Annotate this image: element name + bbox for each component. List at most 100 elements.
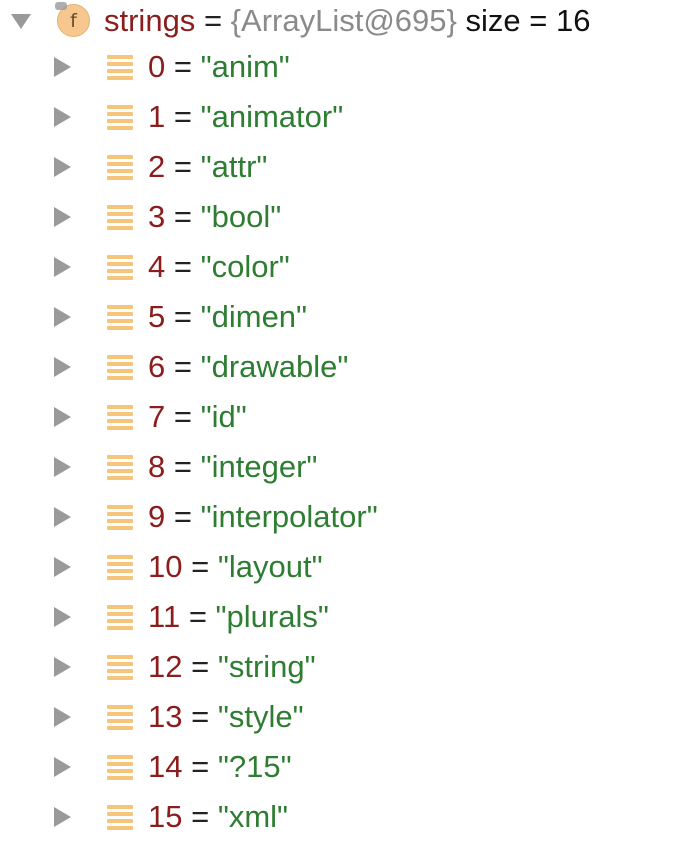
list-icon [107, 305, 133, 330]
tree-row-item[interactable]: 10 = "layout" [0, 542, 700, 592]
item-label: 1 = "animator" [148, 101, 343, 132]
item-label: 9 = "interpolator" [148, 501, 378, 532]
chevron-right-icon[interactable] [54, 707, 71, 727]
item-index: 7 [148, 399, 166, 434]
item-label: 13 = "style" [148, 701, 304, 732]
item-index: 3 [148, 199, 166, 234]
chevron-right-icon[interactable] [54, 157, 71, 177]
tree-row-item[interactable]: 2 = "attr" [0, 142, 700, 192]
item-index: 6 [148, 349, 166, 384]
item-label: 6 = "drawable" [148, 351, 348, 382]
item-index: 9 [148, 499, 166, 534]
list-icon [107, 605, 133, 630]
chevron-right-icon[interactable] [54, 357, 71, 377]
chevron-right-icon[interactable] [54, 807, 71, 827]
list-icon [107, 405, 133, 430]
tree-row-item[interactable]: 11 = "plurals" [0, 592, 700, 642]
list-icon [107, 505, 133, 530]
item-label: 2 = "attr" [148, 151, 267, 182]
chevron-right-icon[interactable] [54, 507, 71, 527]
item-value: "dimen" [200, 299, 308, 334]
item-label: 12 = "string" [148, 651, 316, 682]
tree-row-item[interactable]: 4 = "color" [0, 242, 700, 292]
item-index: 12 [148, 649, 183, 684]
equals-sign: = [173, 149, 192, 184]
chevron-right-icon[interactable] [54, 107, 71, 127]
chevron-right-icon[interactable] [54, 657, 71, 677]
item-value: "interpolator" [200, 499, 378, 534]
tree-row-item[interactable]: 7 = "id" [0, 392, 700, 442]
equals-sign: = [173, 299, 192, 334]
list-icon [107, 755, 133, 780]
list-icon [107, 255, 133, 280]
list-icon [107, 155, 133, 180]
list-icon [107, 705, 133, 730]
tree-row-item[interactable]: 13 = "style" [0, 692, 700, 742]
array-items: 0 = "anim" 1 = "animator" 2 = "attr" 3 = "b… [0, 42, 700, 842]
chevron-right-icon[interactable] [54, 457, 71, 477]
item-label: 3 = "bool" [148, 201, 281, 232]
item-index: 13 [148, 699, 183, 734]
root-variable-label: strings = {ArrayList@695} size = 16 [104, 5, 590, 36]
list-icon [107, 455, 133, 480]
tree-row-item[interactable]: 3 = "bool" [0, 192, 700, 242]
chevron-right-icon[interactable] [54, 207, 71, 227]
equals-sign: = [173, 49, 192, 84]
debugger-variables-tree: f strings = {ArrayList@695} size = 16 0 … [0, 0, 700, 842]
item-value: "style" [217, 699, 304, 734]
equals-sign: = [173, 199, 192, 234]
variable-type: {ArrayList@695} [230, 3, 457, 38]
item-value: "drawable" [200, 349, 349, 384]
list-icon [107, 55, 133, 80]
item-value: "color" [200, 249, 290, 284]
chevron-right-icon[interactable] [54, 307, 71, 327]
tree-row-item[interactable]: 1 = "animator" [0, 92, 700, 142]
equals-sign: = [173, 349, 192, 384]
chevron-right-icon[interactable] [54, 757, 71, 777]
lock-icon [55, 2, 67, 10]
item-value: "bool" [200, 199, 282, 234]
item-value: "id" [200, 399, 247, 434]
equals-sign: = [191, 799, 210, 834]
tree-row-item[interactable]: 0 = "anim" [0, 42, 700, 92]
item-index: 5 [148, 299, 166, 334]
tree-row-item[interactable]: 15 = "xml" [0, 792, 700, 842]
item-index: 8 [148, 449, 166, 484]
list-icon [107, 805, 133, 830]
item-value: "attr" [200, 149, 268, 184]
chevron-right-icon[interactable] [54, 557, 71, 577]
item-label: 11 = "plurals" [148, 601, 329, 632]
equals-sign: = [173, 249, 192, 284]
tree-row-item[interactable]: 12 = "string" [0, 642, 700, 692]
chevron-right-icon[interactable] [54, 407, 71, 427]
chevron-down-icon[interactable] [11, 14, 31, 29]
equals-sign: = [191, 549, 210, 584]
item-index: 14 [148, 749, 183, 784]
item-index: 2 [148, 149, 166, 184]
chevron-right-icon[interactable] [54, 257, 71, 277]
field-icon: f [55, 2, 90, 37]
equals-sign: = [191, 649, 210, 684]
chevron-right-icon[interactable] [54, 607, 71, 627]
variable-name: strings [104, 3, 196, 38]
item-label: 5 = "dimen" [148, 301, 307, 332]
tree-row-item[interactable]: 5 = "dimen" [0, 292, 700, 342]
tree-row-item[interactable]: 6 = "drawable" [0, 342, 700, 392]
tree-row-item[interactable]: 8 = "integer" [0, 442, 700, 492]
item-value: "xml" [217, 799, 289, 834]
tree-row-item[interactable]: 14 = "?15" [0, 742, 700, 792]
field-icon-glyph: f [70, 9, 77, 32]
item-label: 7 = "id" [148, 401, 247, 432]
item-value: "anim" [200, 49, 290, 84]
tree-row-strings[interactable]: f strings = {ArrayList@695} size = 16 [0, 0, 700, 42]
item-value: "plurals" [215, 599, 329, 634]
equals-sign: = [191, 699, 210, 734]
item-index: 11 [148, 599, 181, 634]
item-label: 0 = "anim" [148, 51, 290, 82]
equals-sign: = [173, 99, 192, 134]
list-icon [107, 555, 133, 580]
chevron-right-icon[interactable] [54, 57, 71, 77]
tree-row-item[interactable]: 9 = "interpolator" [0, 492, 700, 542]
item-label: 8 = "integer" [148, 451, 317, 482]
item-value: "integer" [200, 449, 318, 484]
